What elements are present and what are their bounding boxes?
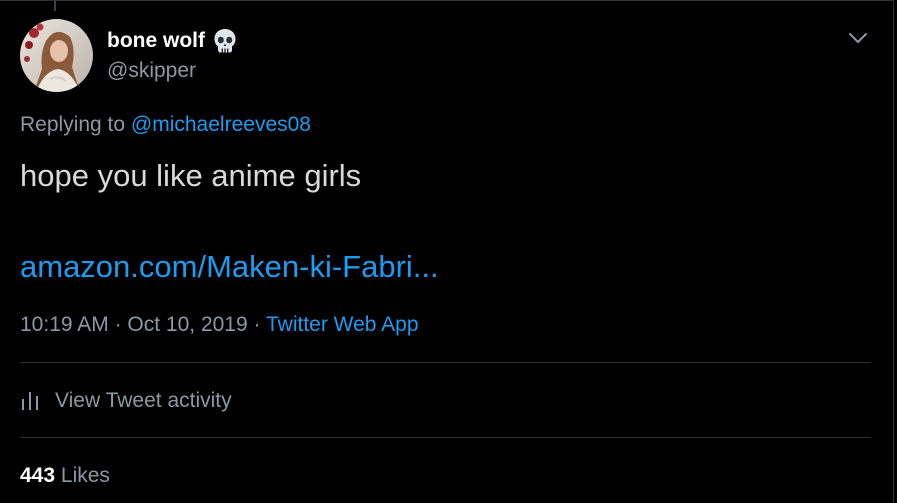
tweet-card: bone wolf @skipper Replying to @michaelr… [0,0,894,503]
bar-chart-icon [22,392,38,410]
view-tweet-activity-label: View Tweet activity [55,389,232,412]
tweet-date[interactable]: Oct 10, 2019 [127,313,247,336]
tweet-metadata: 10:19 AM · Oct 10, 2019 · Twitter Web Ap… [20,313,419,337]
divider [20,437,871,438]
author-handle[interactable]: @skipper [107,59,196,83]
likes-label: Likes [60,464,110,487]
thread-connector-line [54,1,56,11]
author-display-name[interactable]: bone wolf [107,28,237,54]
display-name-text: bone wolf [107,29,205,52]
meta-separator: · [114,313,122,336]
replying-to: Replying to @michaelreeves08 [20,113,311,137]
tweet-text: hope you like anime girls [20,158,362,193]
meta-separator: · [253,313,261,336]
view-tweet-activity-button[interactable]: View Tweet activity [20,389,232,413]
avatar[interactable] [20,19,93,92]
avatar-image [20,19,93,92]
likes-count: 443 [20,464,56,487]
tweet-time[interactable]: 10:19 AM [20,313,109,336]
tweet-source-link[interactable]: Twitter Web App [266,313,419,336]
reply-mention-link[interactable]: @michaelreeves08 [131,113,311,136]
chevron-down-icon[interactable] [847,28,869,48]
tweet-url-link[interactable]: amazon.com/Maken-ki-Fabri... [20,249,439,285]
skull-icon [214,29,236,53]
replying-to-label: Replying to [20,113,126,136]
likes-count-link[interactable]: 443 Likes [20,464,110,488]
divider [20,362,871,363]
